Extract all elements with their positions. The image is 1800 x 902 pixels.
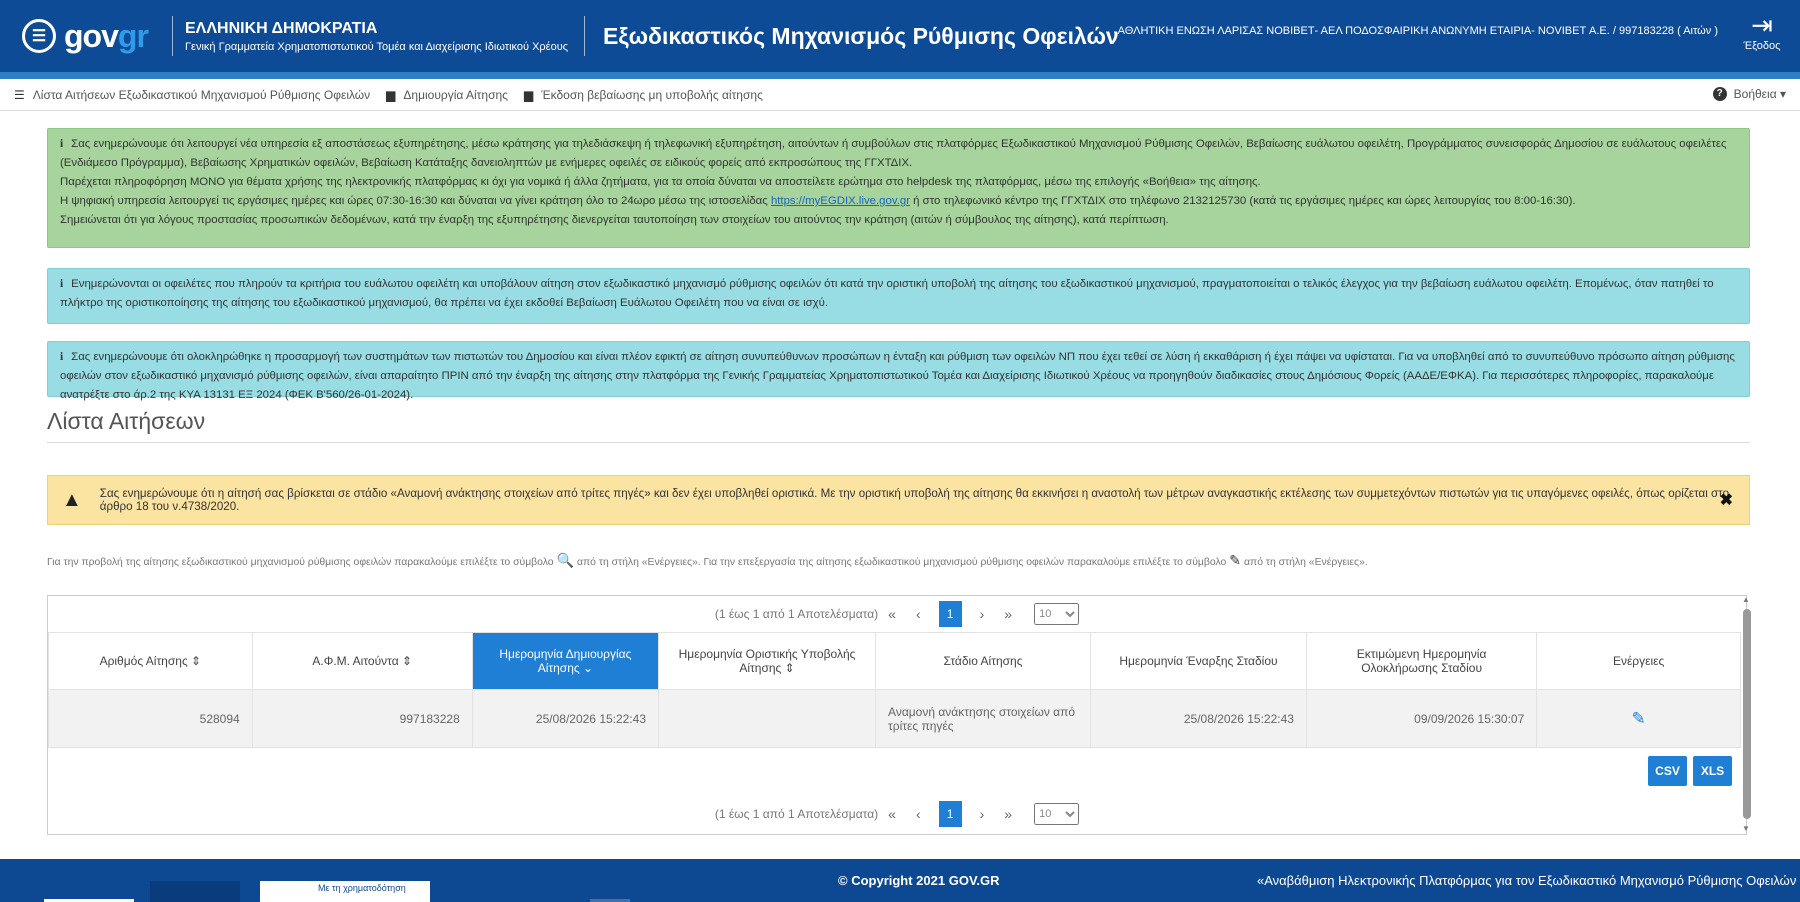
info-icon: i [60,278,64,290]
close-icon[interactable]: ✖ [1720,490,1733,510]
cell-app-no: 528094 [48,689,253,748]
gov-title: ΕΛΛΗΝΙΚΗ ΔΗΜΟΚΡΑΤΙΑ [185,19,378,37]
app-title: Εξωδικαστικός Μηχανισμός Ρύθμισης Οφειλώ… [603,22,1119,49]
search-icon: 🔍 [556,552,574,568]
first-page-button[interactable]: « [888,606,896,622]
info-icon: i [60,351,64,363]
export-buttons: CSV XLS [1642,756,1732,786]
col-stage-end: Εκτιμώμενη Ημερομηνία Ολοκλήρωσης Σταδίο… [1305,632,1538,690]
nav-non-submission-certificate[interactable]: ▆ Έκδοση βεβαίωσης μη υποβολής αίτησης [524,88,763,102]
document-icon: ▆ [523,87,534,102]
caret-down-icon: ▾ [1776,87,1786,101]
footer-project-text: «Αναβάθμιση Ηλεκτρονικής Πλατφόρμας για … [1257,873,1800,888]
last-page-button[interactable]: » [1004,806,1012,822]
info-icon: i [60,138,64,150]
last-page-button[interactable]: » [1004,606,1012,622]
page-size-select[interactable]: 10 [1034,803,1080,825]
logout-button[interactable]: ⇥ Έξοδος [1742,10,1782,52]
prev-page-button[interactable]: ‹ [916,806,921,822]
instructions-text: Για την προβολή της αίτησης εξωδικαστικο… [47,552,1368,568]
co-responsible-alert: i Σας ενημερώνουμε ότι ολοκληρώθηκε η προ… [47,341,1750,401]
cell-stage-start: 25/08/2026 15:22:43 [1089,689,1307,748]
page-size-select[interactable]: 10 [1034,603,1080,625]
logout-icon: ⇥ [1751,10,1773,40]
document-icon: ▆ [386,87,396,102]
funding-logo-strip: Με τη χρηματοδότηση [260,881,430,902]
page-title: Λίστα Αιτήσεων [47,408,206,434]
pending-status-warning: ▲ Σας ενημερώνουμε ότι η αίτησή σας βρίσ… [47,475,1750,525]
cell-created: 25/08/2026 15:22:43 [471,689,660,748]
col-created-date[interactable]: Ημερομηνία Δημιουργίας Αίτησης ⌄ [471,632,660,690]
applications-table-panel: (1 έως 1 από 1 Αποτελέσματα) « ‹ 1 › » 1… [47,595,1747,835]
pencil-icon: ✎ [1229,552,1242,568]
booking-link[interactable]: https://myEGDIX.live.gov.gr [771,195,910,207]
user-label: ΑΘΛΗΤΙΚΗ ΕΝΩΣΗ ΛΑΡΙΣΑΣ ΝΟΒΙΒΕΤ- ΑΕΛ ΠΟΔΟ… [1117,25,1718,37]
emblem-icon: ☰ [22,19,56,53]
cell-submitted [658,689,877,748]
copyright: © Copyright 2021 GOV.GR [838,873,1000,888]
government-block: ΕΛΛΗΝΙΚΗ ΔΗΜΟΚΡΑΤΙΑ Γενική Γραμματεία Χρ… [173,20,584,53]
pager-bottom: (1 έως 1 από 1 Αποτελέσματα) « ‹ 1 › » 1… [48,796,1746,832]
cell-afm: 997183228 [251,689,473,748]
question-icon: ? [1712,87,1727,101]
col-actions: Ενέργειες [1536,632,1741,690]
col-stage: Στάδιο Αίτησης [875,632,1091,690]
csv-export-button[interactable]: CSV [1648,756,1687,786]
prev-page-button[interactable]: ‹ [916,606,921,622]
col-application-number[interactable]: Αριθμός Αίτησης ⇕ [48,632,253,690]
col-submitted-date[interactable]: Ημερομηνία Οριστικής Υποβολής Αίτησης ⇕ [658,632,877,690]
next-page-button[interactable]: › [980,606,985,622]
col-stage-start: Ημερομηνία Έναρξης Σταδίου [1089,632,1307,690]
remote-service-alert: i Σας ενημερώνουμε ότι λειτουργεί νέα υπη… [47,128,1750,248]
xls-export-button[interactable]: XLS [1693,756,1732,786]
page-1-button[interactable]: 1 [938,601,962,627]
col-afm[interactable]: Α.Φ.Μ. Αιτούντα ⇕ [251,632,473,690]
nav-applications-list[interactable]: ☰ Λίστα Αιτήσεων Εξωδικαστικού Μηχανισμο… [14,88,370,102]
vulnerable-debtor-alert: i Ενημερώνονται οι οφειλέτες που πληρούν … [47,268,1750,324]
scroll-up-icon[interactable]: ▲ [1742,595,1750,604]
table-scrollbar[interactable]: ▲ ▼ [1742,595,1752,833]
warning-icon: ▲ [62,488,82,511]
main-nav: ☰ Λίστα Αιτήσεων Εξωδικαστικού Μηχανισμο… [0,79,1800,111]
gov-subtitle: Γενική Γραμματεία Χρηματοπιστωτικού Τομέ… [185,40,569,53]
cell-stage: Αναμονή ανάκτησης στοιχείων από τρίτες π… [875,689,1091,748]
applications-table: Αριθμός Αίτησης ⇕ Α.Φ.Μ. Αιτούντα ⇕ Ημερ… [48,632,1741,748]
help-menu[interactable]: ? Βοήθεια ▾ [1712,87,1786,101]
pager-top: (1 έως 1 από 1 Αποτελέσματα) « ‹ 1 › » 1… [48,596,1746,632]
list-icon: ☰ [14,87,25,102]
first-page-button[interactable]: « [888,806,896,822]
cell-stage-end: 09/09/2026 15:30:07 [1305,689,1538,748]
top-header: ☰ govgr ΕΛΛΗΝΙΚΗ ΔΗΜΟΚΡΑΤΙΑ Γενική Γραμμ… [0,0,1800,72]
next-page-button[interactable]: › [980,806,985,822]
espa-logo [150,881,240,902]
edit-application-pencil-icon[interactable]: ✎ [1632,709,1646,728]
table-row: 528094 997183228 25/08/2026 15:22:43 Ανα… [48,689,1741,748]
scroll-down-icon[interactable]: ▼ [1742,824,1750,833]
footer: Με τη χρηματοδότηση © Copyright 2021 GOV… [0,859,1800,902]
nav-create-application[interactable]: ▆ Δημιουργία Αίτησης [386,88,508,102]
page-1-button[interactable]: 1 [938,801,962,827]
govgr-logo[interactable]: ☰ govgr [22,18,172,55]
